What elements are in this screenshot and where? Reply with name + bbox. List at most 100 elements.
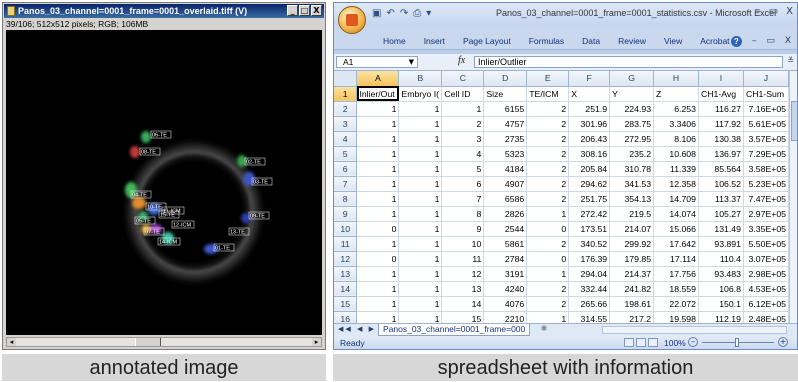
data-cell[interactable]: 1	[356, 101, 400, 117]
insert-function-icon[interactable]: fx	[458, 55, 465, 66]
data-cell[interactable]: 2784	[483, 251, 528, 267]
sheet-horizontal-scrollbar[interactable]	[602, 326, 787, 334]
data-cell[interactable]: 0	[356, 221, 400, 237]
data-cell[interactable]: 2	[526, 296, 570, 312]
data-cell[interactable]: 1	[356, 176, 400, 192]
data-cell[interactable]: 5.23E+05	[743, 176, 789, 192]
data-cell[interactable]: 341.53	[609, 176, 655, 192]
data-cell[interactable]: 5.50E+05	[743, 236, 789, 252]
chevron-down-icon[interactable]: ▼	[409, 57, 414, 67]
spreadsheet-grid[interactable]: A B C D E F G H I J 1 Inlier/Out Embryo I(…	[334, 71, 789, 323]
data-cell[interactable]: 0	[526, 251, 570, 267]
data-cell[interactable]: 251.9	[568, 101, 611, 117]
data-cell[interactable]: 3.58E+05	[743, 161, 789, 177]
excel-titlebar[interactable]: ▣ ↶ ↷ ⎙ ▾ Panos_03_channel=0001_frame=00…	[334, 3, 797, 25]
data-cell[interactable]: 5861	[483, 236, 528, 252]
data-cell[interactable]: 283.75	[609, 116, 655, 132]
data-cell[interactable]: 22.072	[653, 296, 699, 312]
data-cell[interactable]: 0	[526, 221, 570, 237]
data-cell[interactable]: 294.04	[568, 266, 611, 282]
data-cell[interactable]: 7.16E+05	[743, 101, 789, 117]
excel-restore-button[interactable]: ▭	[769, 6, 778, 17]
data-cell[interactable]: 13	[441, 281, 485, 297]
row-header[interactable]: 5	[334, 146, 358, 162]
data-cell[interactable]: 3191	[483, 266, 528, 282]
data-cell[interactable]: 354.13	[609, 191, 655, 207]
data-cell[interactable]: 1	[356, 266, 400, 282]
data-cell[interactable]: 1	[398, 131, 443, 147]
expand-formula-bar-icon[interactable]: ≚	[787, 56, 794, 65]
data-cell[interactable]: 1	[356, 146, 400, 162]
data-cell[interactable]: 7.47E+05	[743, 191, 789, 207]
data-cell[interactable]: 14.074	[653, 206, 699, 222]
data-cell[interactable]: 4184	[483, 161, 528, 177]
scroll-right-arrow-icon[interactable]: ▸	[312, 338, 321, 346]
tab-insert[interactable]: Insert	[415, 36, 454, 46]
data-cell[interactable]: 1	[398, 176, 443, 192]
row-header[interactable]: 13	[334, 266, 358, 282]
data-cell[interactable]: 4	[441, 146, 485, 162]
data-cell[interactable]: 5.61E+05	[743, 116, 789, 132]
data-cell[interactable]: 15	[441, 311, 485, 323]
data-cell[interactable]: 1	[398, 161, 443, 177]
data-cell[interactable]: 4240	[483, 281, 528, 297]
data-cell[interactable]: 1	[356, 236, 400, 252]
data-cell[interactable]: 6.253	[653, 101, 699, 117]
data-cell[interactable]: 179.85	[609, 251, 655, 267]
data-cell[interactable]: 251.75	[568, 191, 611, 207]
data-cell[interactable]: 12.358	[653, 176, 699, 192]
excel-minimize-button[interactable]: –	[756, 6, 761, 17]
column-header-j[interactable]: J	[743, 71, 789, 87]
data-cell[interactable]: 265.66	[568, 296, 611, 312]
data-cell[interactable]: 301.96	[568, 116, 611, 132]
data-cell[interactable]: 224.93	[609, 101, 655, 117]
column-header-f[interactable]: F	[568, 71, 611, 87]
data-cell[interactable]: 2.98E+05	[743, 266, 789, 282]
data-cell[interactable]: 314.55	[568, 311, 611, 323]
data-cell[interactable]: 2544	[483, 221, 528, 237]
row-header[interactable]: 10	[334, 221, 358, 237]
column-header-h[interactable]: H	[653, 71, 699, 87]
data-cell[interactable]: 2	[441, 116, 485, 132]
data-cell[interactable]: 1	[398, 296, 443, 312]
row-header[interactable]: 4	[334, 131, 358, 147]
data-cell[interactable]: 18.559	[653, 281, 699, 297]
redo-icon[interactable]: ↷	[400, 8, 408, 19]
help-icon[interactable]: ?	[730, 36, 742, 47]
data-cell[interactable]: 10.608	[653, 146, 699, 162]
data-cell[interactable]: 235.2	[609, 146, 655, 162]
image-window-titlebar[interactable]: Panos_03_channel=0001_frame=0001_overlai…	[4, 4, 324, 18]
header-cell[interactable]: Size	[483, 86, 528, 102]
tab-formulas[interactable]: Formulas	[520, 36, 573, 46]
data-cell[interactable]: 93.483	[698, 266, 744, 282]
row-header[interactable]: 2	[334, 101, 358, 117]
sheet-tab-active[interactable]: Panos_03_channel=0001_frame=000	[378, 324, 531, 336]
data-cell[interactable]: 1	[526, 206, 570, 222]
zoom-out-icon[interactable]: –	[688, 337, 698, 347]
data-cell[interactable]: 3.3406	[653, 116, 699, 132]
data-cell[interactable]: 4076	[483, 296, 528, 312]
data-cell[interactable]: 14	[441, 296, 485, 312]
data-cell[interactable]: 2	[526, 131, 570, 147]
row-header[interactable]: 1	[334, 86, 358, 102]
tab-view[interactable]: View	[655, 36, 691, 46]
undo-icon[interactable]: ↶	[386, 8, 394, 19]
data-cell[interactable]: 206.43	[568, 131, 611, 147]
data-cell[interactable]: 7.29E+05	[743, 146, 789, 162]
data-cell[interactable]: 10	[441, 236, 485, 252]
data-cell[interactable]: 150.1	[698, 296, 744, 312]
page-break-view-icon[interactable]	[648, 338, 658, 347]
office-button[interactable]	[338, 6, 366, 34]
data-cell[interactable]: 1	[356, 161, 400, 177]
data-cell[interactable]: 2.97E+05	[743, 206, 789, 222]
column-header-e[interactable]: E	[526, 71, 570, 87]
workbook-minimize-button[interactable]: –	[752, 36, 757, 47]
data-cell[interactable]: 19.598	[653, 311, 699, 323]
column-header-b[interactable]: B	[398, 71, 443, 87]
data-cell[interactable]: 214.07	[609, 221, 655, 237]
data-cell[interactable]: 3.07E+05	[743, 251, 789, 267]
page-layout-view-icon[interactable]	[636, 338, 646, 347]
data-cell[interactable]: 1	[398, 101, 443, 117]
tab-data[interactable]: Data	[573, 36, 609, 46]
row-header[interactable]: 3	[334, 116, 358, 132]
